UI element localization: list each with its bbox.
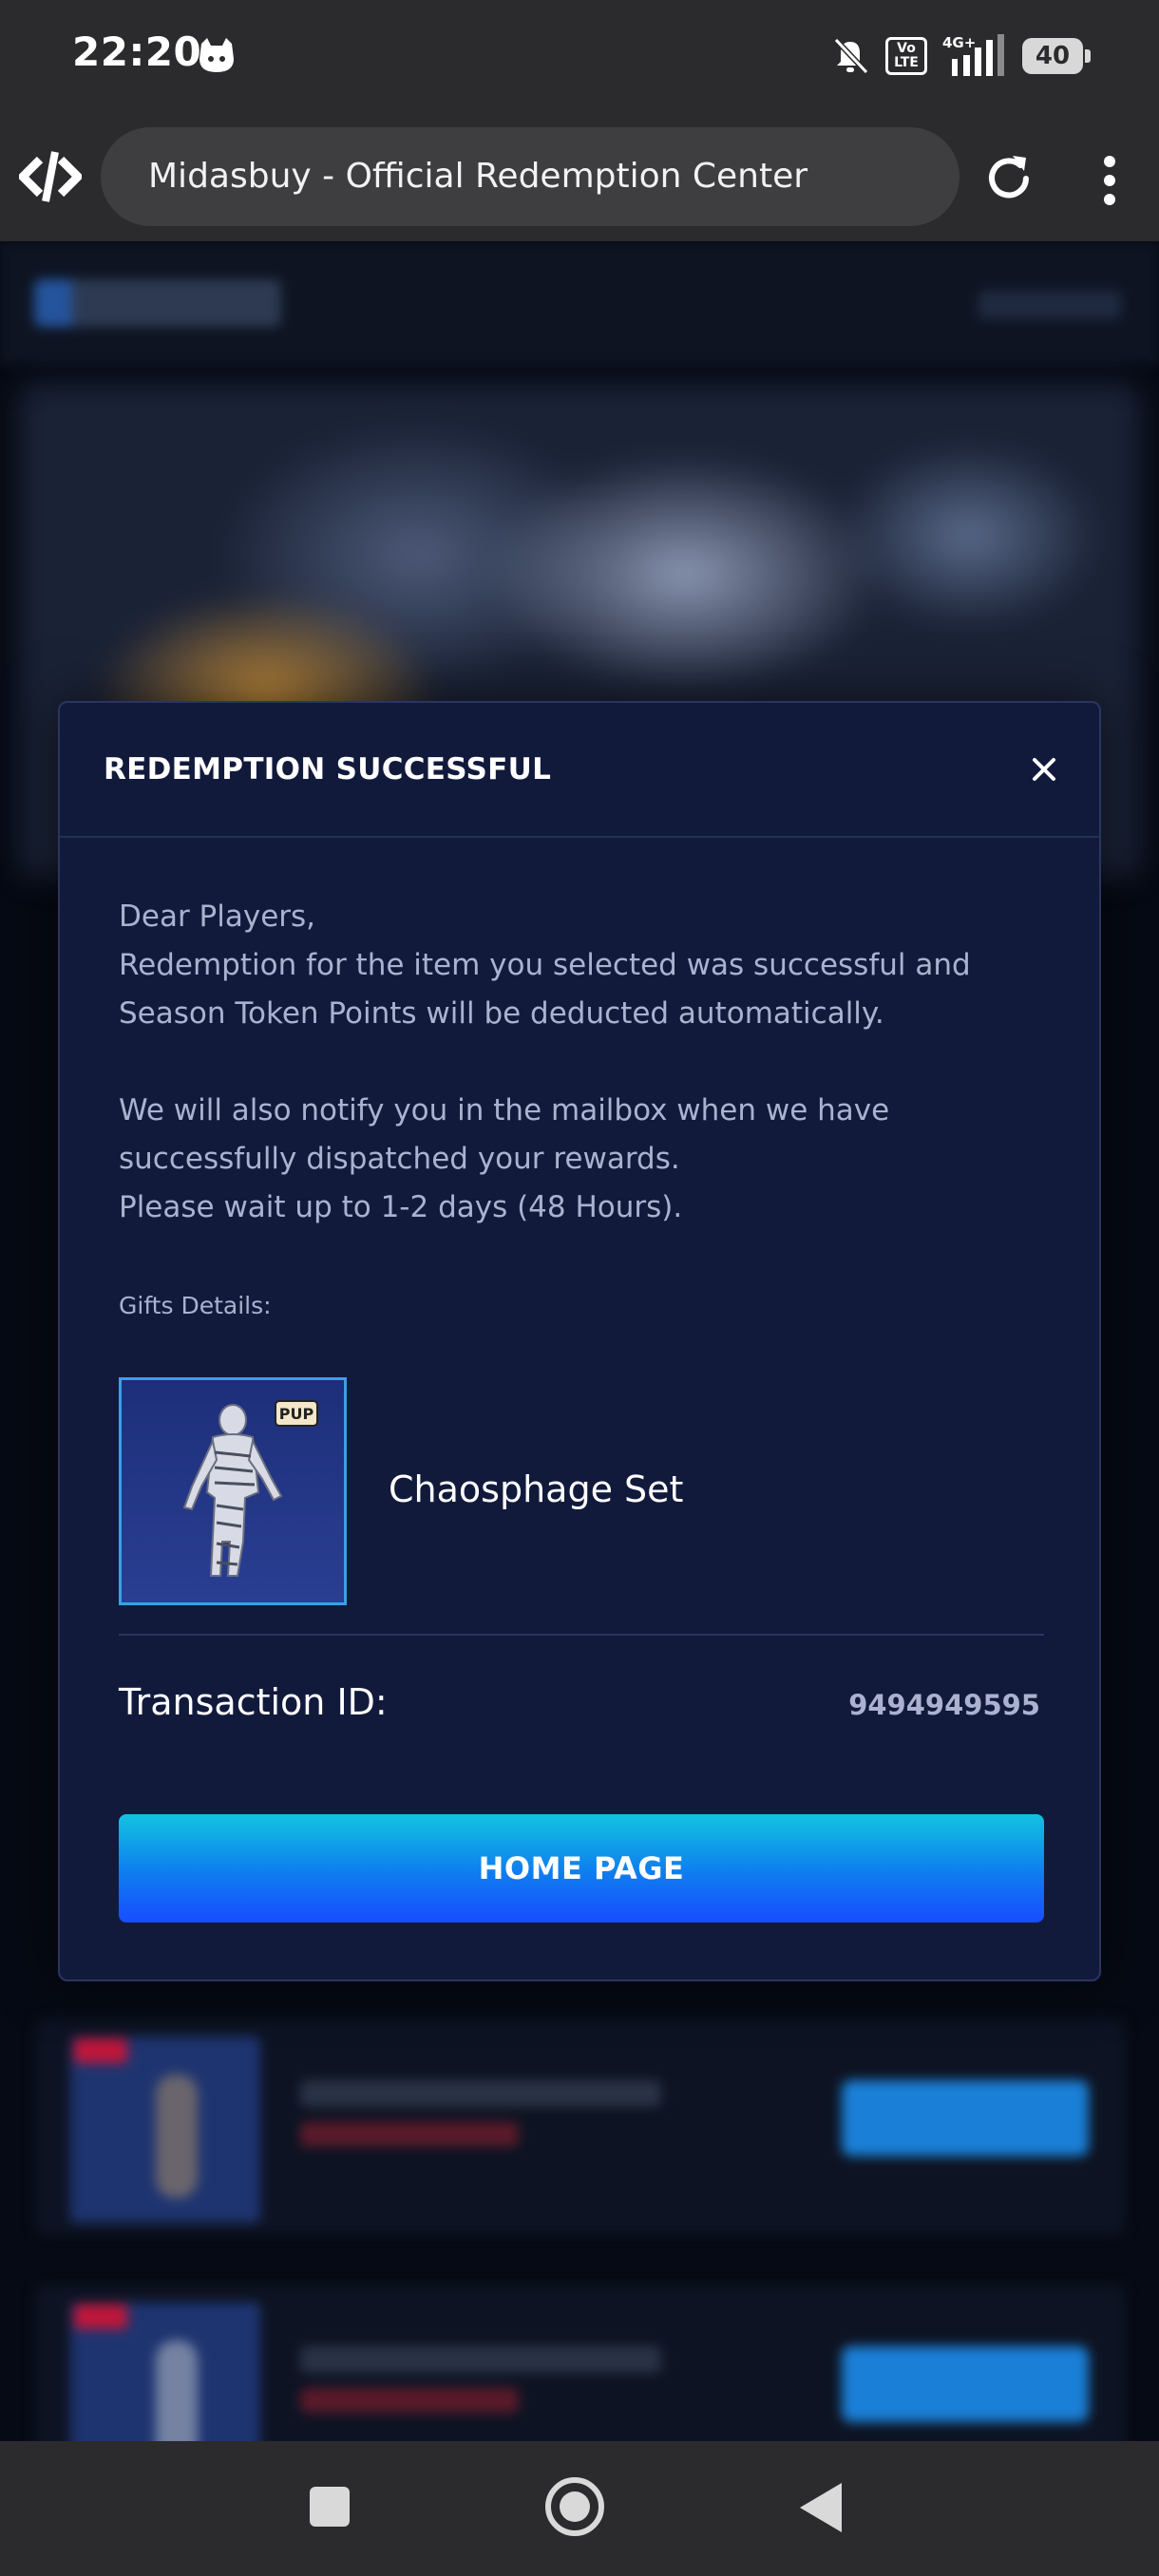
transaction-id-label: Transaction ID:	[119, 1681, 388, 1723]
close-icon[interactable]	[1031, 756, 1057, 783]
browser-toolbar: Midasbuy - Official Redemption Center	[0, 112, 1159, 241]
bg-item-card	[34, 2017, 1127, 2236]
dialog-divider	[60, 836, 1099, 838]
bg-item-card	[34, 2283, 1127, 2441]
message-paragraph: Redemption for the item you selected was…	[119, 948, 971, 1031]
greeting-text: Dear Players,	[119, 900, 316, 934]
address-bar[interactable]: Midasbuy - Official Redemption Center	[101, 127, 960, 226]
bell-off-icon	[833, 37, 869, 75]
message-paragraph: We will also notify you in the mailbox w…	[119, 1093, 890, 1176]
gift-badge: PUP	[279, 1405, 314, 1423]
cat-app-icon	[200, 38, 234, 72]
signal-icon: 4G+	[942, 34, 1004, 76]
bg-signin	[978, 291, 1121, 319]
screen: 22:20 Vo LTE 4G+ 40 Midasbuy - Official …	[0, 0, 1159, 2576]
character-image: PUP	[182, 1400, 318, 1577]
home-button[interactable]	[545, 2477, 604, 2536]
code-brackets-icon[interactable]	[19, 150, 82, 203]
status-icons: Vo LTE 4G+ 40	[830, 32, 1091, 80]
bg-site-header	[0, 241, 1159, 365]
more-vertical-icon[interactable]	[1092, 154, 1127, 207]
status-time: 22:20	[72, 28, 202, 75]
transaction-id-value: 9494949595	[848, 1689, 1040, 1721]
status-bar: 22:20 Vo LTE 4G+ 40	[0, 0, 1159, 112]
gift-divider	[119, 1634, 1044, 1636]
gift-thumbnail: PUP	[119, 1377, 347, 1605]
home-page-button[interactable]: HOME PAGE	[119, 1814, 1044, 1923]
redemption-dialog: REDEMPTION SUCCESSFUL Dear Players, Rede…	[58, 701, 1101, 1981]
reload-icon[interactable]	[980, 150, 1037, 207]
message-paragraph: Please wait up to 1-2 days (48 Hours).	[119, 1190, 683, 1224]
dialog-title: REDEMPTION SUCCESSFUL	[104, 752, 552, 786]
battery-icon: 40	[1022, 38, 1091, 74]
volte-icon: Vo LTE	[885, 37, 927, 75]
gifts-details-label: Gifts Details:	[119, 1292, 272, 1319]
system-nav-bar	[0, 2441, 1159, 2576]
gift-name: Chaosphage Set	[389, 1468, 684, 1510]
back-button[interactable]	[800, 2483, 842, 2532]
bg-site-logo	[34, 279, 281, 327]
dialog-message: Dear Players, Redemption for the item yo…	[119, 893, 1050, 1232]
svg-text:4G+: 4G+	[942, 34, 976, 51]
recents-button[interactable]	[310, 2487, 350, 2527]
